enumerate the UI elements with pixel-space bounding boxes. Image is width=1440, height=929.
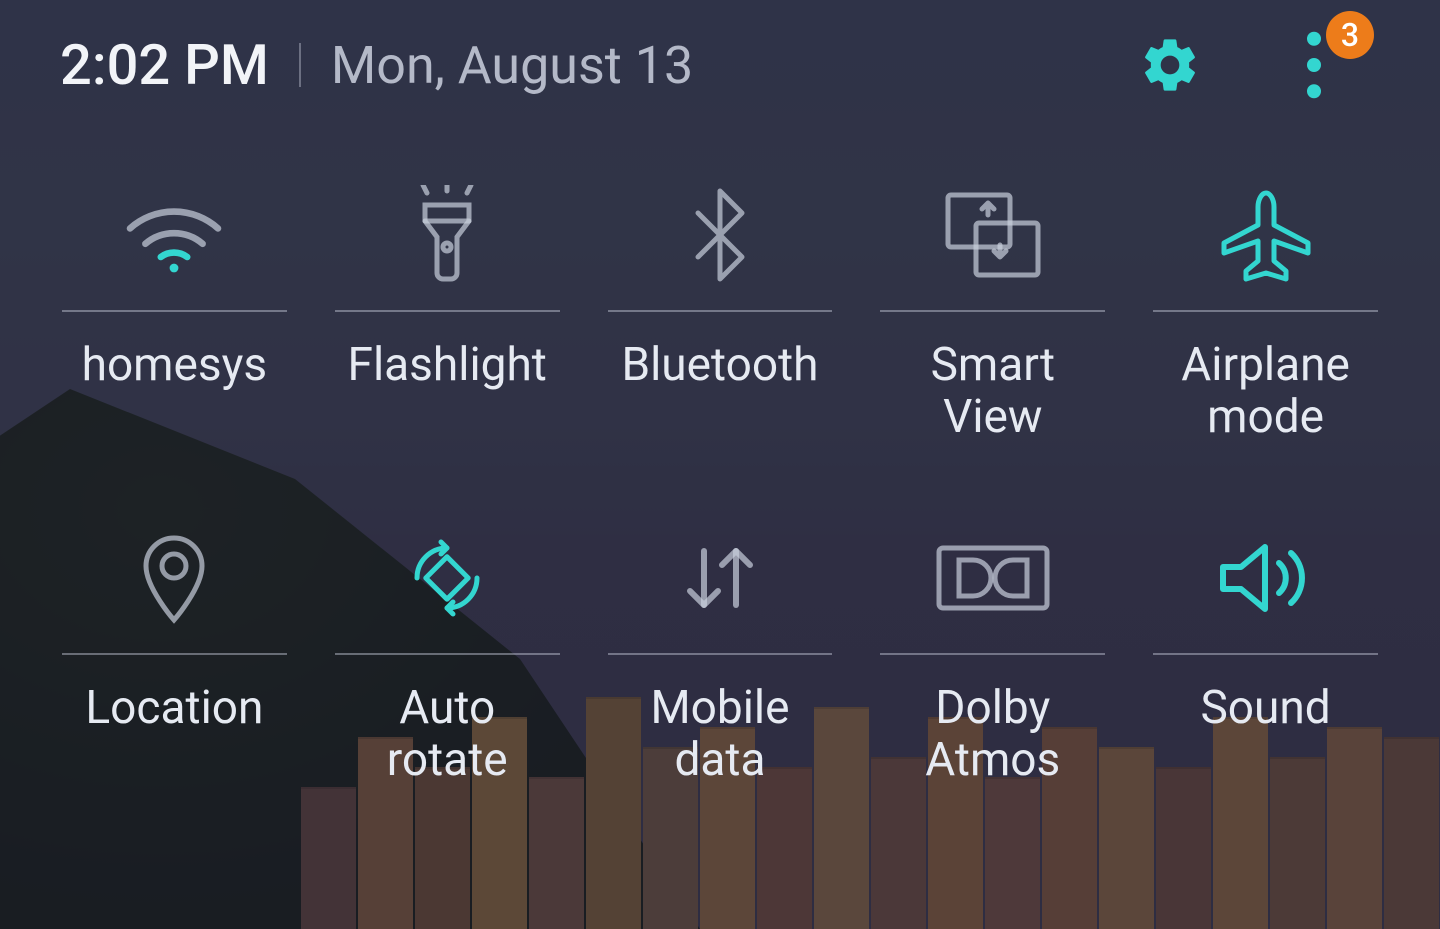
clock-date: Mon, August 13 [331, 35, 1110, 96]
header-separator [299, 43, 301, 87]
quick-settings-panel: 2:02 PM Mon, August 13 3 [0, 0, 1440, 929]
tile-label: Bluetooth [621, 340, 818, 392]
sound-icon [1153, 503, 1378, 655]
mobile-data-icon [608, 503, 833, 655]
tile-dolby-atmos[interactable]: Dolby Atmos [880, 503, 1105, 786]
tile-flashlight[interactable]: Flashlight [335, 160, 560, 443]
auto-rotate-icon [335, 503, 560, 655]
tile-mobile-data[interactable]: Mobile data [608, 503, 833, 786]
more-options-button[interactable]: 3 [1278, 29, 1350, 101]
tile-label: Sound [1200, 683, 1330, 735]
tile-label: Airplane mode [1153, 340, 1378, 443]
tile-label: Flashlight [348, 340, 547, 392]
bluetooth-icon [608, 160, 833, 312]
wifi-icon [62, 160, 287, 312]
tile-label: Location [85, 683, 263, 735]
airplane-icon [1153, 160, 1378, 312]
header-actions: 3 [1134, 29, 1350, 101]
tile-label: homesys [82, 340, 268, 392]
tile-label: Auto rotate [335, 683, 560, 786]
tile-label: Dolby Atmos [880, 683, 1105, 786]
gear-icon [1138, 33, 1202, 97]
tile-airplane-mode[interactable]: Airplane mode [1153, 160, 1378, 443]
tile-sound[interactable]: Sound [1153, 503, 1378, 786]
settings-button[interactable] [1134, 29, 1206, 101]
notification-badge: 3 [1326, 11, 1374, 59]
tile-auto-rotate[interactable]: Auto rotate [335, 503, 560, 786]
clock-time: 2:02 PM [60, 32, 269, 98]
tile-label: Smart View [880, 340, 1105, 443]
tile-wifi[interactable]: homesys [62, 160, 287, 443]
tile-smart-view[interactable]: Smart View [880, 160, 1105, 443]
location-icon [62, 503, 287, 655]
dolby-atmos-icon [880, 503, 1105, 655]
status-header: 2:02 PM Mon, August 13 3 [60, 10, 1380, 120]
smart-view-icon [880, 160, 1105, 312]
tile-label: Mobile data [608, 683, 833, 786]
more-vertical-icon [1300, 30, 1328, 100]
tile-location[interactable]: Location [62, 503, 287, 786]
quick-settings-grid: homesys Flashlight [60, 160, 1380, 786]
tile-bluetooth[interactable]: Bluetooth [608, 160, 833, 443]
flashlight-icon [335, 160, 560, 312]
